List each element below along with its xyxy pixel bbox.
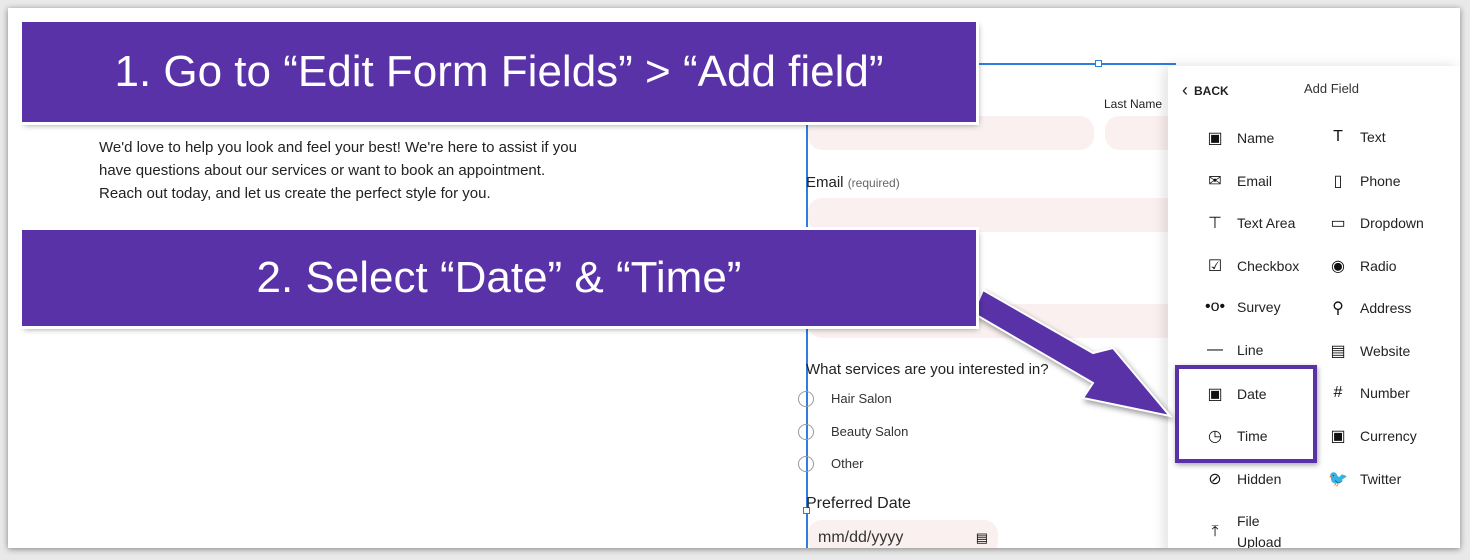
step2-banner: 2. Select “Date” & “Time” (22, 230, 976, 326)
step1-banner: 1. Go to “Edit Form Fields” > “Add field… (22, 22, 976, 122)
arrow-shape (971, 288, 1173, 418)
screenshot-frame: We'd love to help you look and feel your… (8, 8, 1460, 548)
